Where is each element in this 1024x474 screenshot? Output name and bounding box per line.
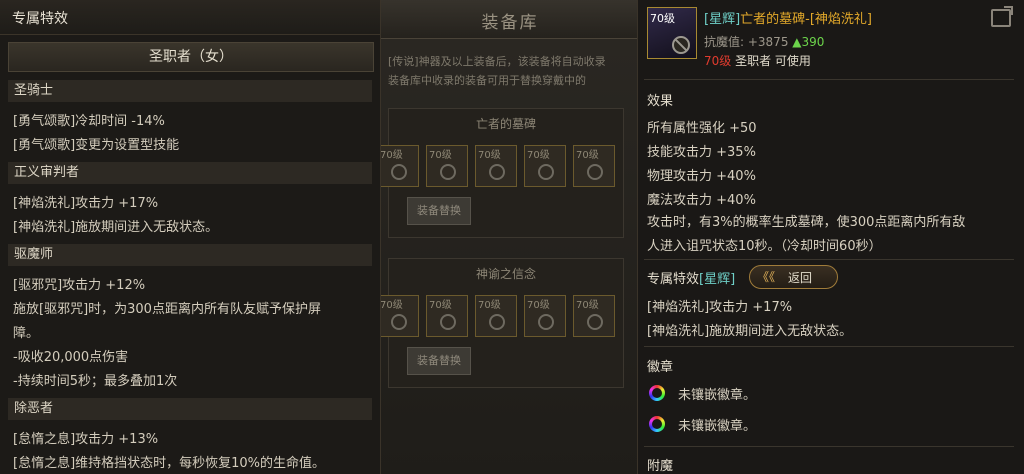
set-title: 神谕之信念 (475, 267, 536, 281)
back-button[interactable]: 《《 返回 (749, 265, 838, 289)
equipment-library-window: 装备库 [传说]神器及以上装备后，该装备将自动收录 装备库中收录的装备可用于替换… (377, 0, 640, 474)
exclusive-effect-line: [神焰洗礼]攻击力 +17% (647, 300, 793, 315)
item-tooltip-panel: 70级 [星辉]亡者的墓碑-[神焰洗礼] 抗魔值: +3875 ▲390 70级… (637, 0, 1024, 474)
emblem-slot-text: 未镶嵌徽章。 (678, 419, 757, 434)
back-button-label: 返回 (788, 271, 813, 285)
effect-line: [勇气颂歌]变更为设置型技能 (13, 138, 180, 153)
effect-line: [怠惰之息]攻击力 +13% (13, 432, 159, 447)
equipment-slot[interactable]: 70级 (573, 145, 615, 187)
locked-icon (538, 314, 554, 330)
divider (644, 446, 1014, 447)
effect-line: [神焰洗礼]攻击力 +17% (13, 196, 159, 211)
locked-icon (440, 164, 456, 180)
exclusive-rarity-tag: [星辉] (699, 272, 736, 287)
slot-level-label: 70级 (478, 150, 501, 161)
divider (644, 346, 1014, 347)
slot-level-label: 70级 (478, 300, 501, 311)
panel-title: 专属特效 (12, 11, 68, 27)
subclass-header: 驱魔师 (8, 244, 372, 266)
resist-stat: 抗魔值: +3875 ▲390 (704, 33, 824, 50)
resist-increase: ▲390 (792, 35, 825, 49)
equipment-slot[interactable]: 70级 (426, 145, 468, 187)
enchant-title: 附魔 (647, 459, 674, 474)
resist-value: 抗魔值: +3875 (704, 35, 789, 49)
item-name-text: 亡者的墓碑-[神焰洗礼] (740, 12, 872, 27)
effect-line: 攻击时，有3%的概率生成墓碑，使300点距离内所有敌 (647, 215, 966, 230)
effect-line: [怠惰之息]维持格挡状态时，每秒恢复10%的生命值。 (13, 456, 326, 471)
slot-level-label: 70级 (380, 150, 403, 161)
equipment-set-panel: 亡者的墓碑 70级 70级 70级 70级 70级 装备替换 (377, 108, 624, 238)
equipment-slot[interactable]: 70级 (475, 295, 517, 337)
item-rarity-tag: [星辉] (704, 12, 741, 27)
effect-line: 障。 (13, 326, 40, 341)
slot-level-label: 70级 (429, 150, 452, 161)
locked-icon (587, 164, 603, 180)
effects-title: 效果 (647, 94, 674, 109)
effect-line: -吸收20,000点伤害 (13, 350, 129, 365)
divider (644, 79, 1014, 80)
equipment-slot[interactable]: 70级 (377, 295, 419, 337)
required-level: 70级 (704, 54, 732, 68)
subclass-header: 正义审判者 (8, 162, 372, 184)
window-title: 装备库 (481, 13, 539, 33)
locked-icon (538, 164, 554, 180)
replace-equipment-button[interactable]: 装备替换 (407, 347, 471, 375)
replace-equipment-button[interactable]: 装备替换 (407, 197, 471, 225)
slot-level-label: 70级 (576, 300, 599, 311)
effect-line: -持续时间5秒；最多叠加1次 (13, 374, 178, 389)
equipment-set-panel: 神谕之信念 70级 70级 70级 70级 70级 装备替换 (377, 258, 624, 388)
effect-line: [驱邪咒]攻击力 +12% (13, 278, 146, 293)
class-name-bar: 圣职者（女） (8, 42, 374, 72)
subclass-header: 除恶者 (8, 398, 372, 420)
exclusive-effects-title: 专属特效[星辉] (647, 268, 735, 287)
subclass-header: 圣骑士 (8, 80, 372, 102)
unusable-icon (672, 36, 690, 54)
locked-icon (489, 314, 505, 330)
library-notice: [传说]神器及以上装备后，该装备将自动收录 装备库中收录的装备可用于替换穿戴中的 (388, 52, 640, 90)
slot-level-label: 70级 (576, 150, 599, 161)
effect-line: 施放[驱邪咒]时，为300点距离内所有队友赋予保护屏 (13, 302, 321, 317)
slot-level-label: 70级 (429, 300, 452, 311)
locked-icon (391, 164, 407, 180)
effect-line: 人进入诅咒状态10秒。（冷却时间60秒） (647, 239, 882, 254)
emblem-slot-text: 未镶嵌徽章。 (678, 388, 757, 403)
exclusive-effect-line: [神焰洗礼]施放期间进入无敌状态。 (647, 324, 853, 339)
locked-icon (391, 314, 407, 330)
effect-line: [神焰洗礼]施放期间进入无敌状态。 (13, 220, 219, 235)
effect-line: 物理攻击力 +40% (647, 169, 756, 184)
requirement-line: 70级 圣职者 可使用 (704, 52, 811, 69)
exclusive-title-text: 专属特效 (647, 272, 700, 287)
item-name: [星辉]亡者的墓碑-[神焰洗礼] (704, 8, 872, 27)
equipment-slot[interactable]: 70级 (377, 145, 419, 187)
item-icon: 70级 (647, 7, 697, 59)
notice-line: [传说]神器及以上装备后，该装备将自动收录 (388, 55, 606, 68)
required-class: 圣职者 可使用 (735, 54, 811, 68)
effect-line: 技能攻击力 +35% (647, 145, 756, 160)
equipment-slot[interactable]: 70级 (524, 295, 566, 337)
slot-level-label: 70级 (380, 300, 403, 311)
locked-icon (440, 314, 456, 330)
window-header: 装备库 (380, 0, 640, 39)
effect-line: 所有属性强化 +50 (647, 121, 757, 136)
empty-emblem-icon (649, 416, 665, 432)
empty-emblem-icon (649, 385, 665, 401)
item-level-badge: 70级 (650, 12, 675, 25)
set-title: 亡者的墓碑 (475, 117, 536, 131)
equipment-slot[interactable]: 70级 (475, 145, 517, 187)
equipment-slot[interactable]: 70级 (524, 145, 566, 187)
equipment-slot[interactable]: 70级 (573, 295, 615, 337)
double-chevron-left-icon: 《《 (757, 270, 776, 284)
effect-line: 魔法攻击力 +40% (647, 193, 756, 208)
effect-line: [勇气颂歌]冷却时间 -14% (13, 114, 165, 129)
locked-icon (489, 164, 505, 180)
divider (644, 259, 1014, 260)
exclusive-effects-panel: 专属特效 圣职者（女） 圣骑士 [勇气颂歌]冷却时间 -14% [勇气颂歌]变更… (0, 0, 381, 474)
slot-level-label: 70级 (527, 150, 550, 161)
slot-level-label: 70级 (527, 300, 550, 311)
notice-line: 装备库中收录的装备可用于替换穿戴中的 (388, 74, 586, 87)
locked-icon (587, 314, 603, 330)
equipment-slot[interactable]: 70级 (426, 295, 468, 337)
share-icon[interactable] (991, 6, 1013, 27)
emblem-title: 徽章 (647, 360, 674, 375)
